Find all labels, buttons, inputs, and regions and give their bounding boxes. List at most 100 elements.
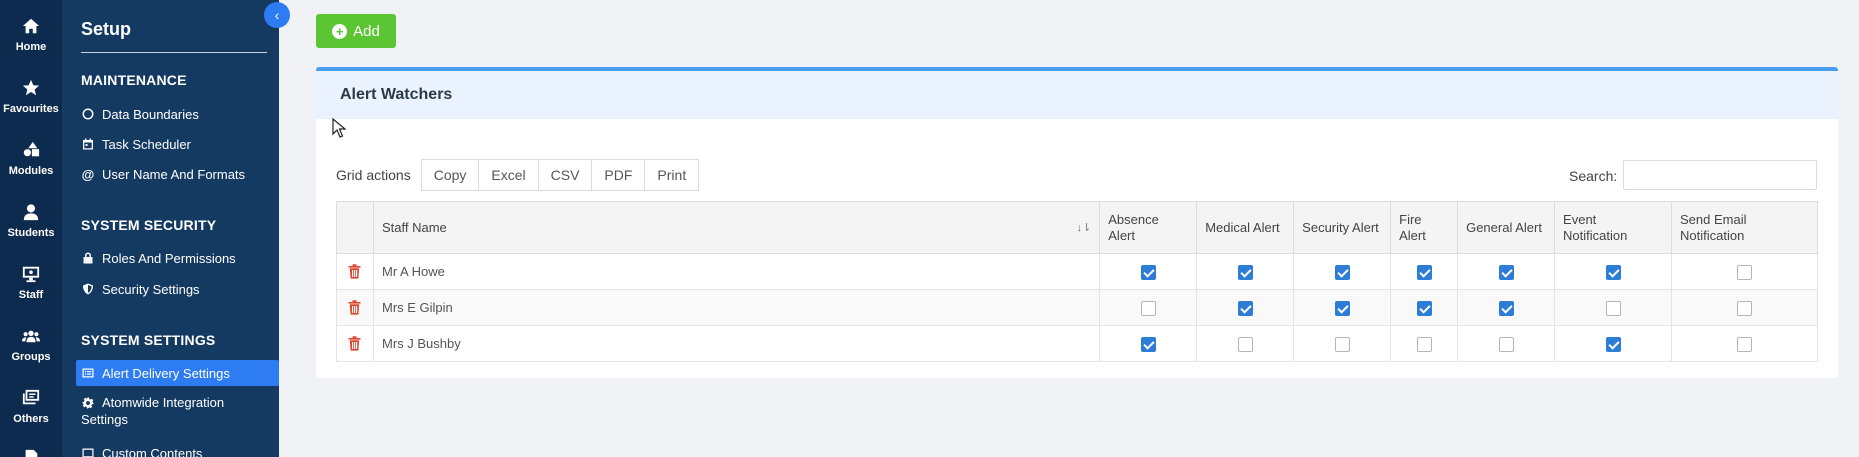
rail-item-modules[interactable]: Modules	[0, 141, 62, 177]
grid-actions-label: Grid actions	[336, 167, 411, 183]
alert-cell	[1390, 253, 1459, 290]
header-fire-alert[interactable]: Fire Alert	[1390, 201, 1459, 254]
sidebar-collapse-button[interactable]: ‹	[264, 2, 290, 28]
header-event-notification[interactable]: Event Notification	[1554, 201, 1672, 254]
rail-item-staff[interactable]: Staff	[0, 265, 62, 301]
alert-checkbox[interactable]	[1498, 264, 1514, 280]
alert-checkbox[interactable]	[1140, 336, 1156, 352]
sidebar-item-security-settings[interactable]: Security Settings	[81, 276, 273, 302]
pdf-button[interactable]: PDF	[591, 159, 645, 191]
alert-checkbox[interactable]	[1334, 264, 1350, 280]
alert-checkbox[interactable]	[1237, 300, 1253, 316]
delete-cell	[336, 289, 374, 326]
alert-cell	[1099, 253, 1198, 290]
alert-checkbox[interactable]	[1140, 300, 1156, 316]
sidebar-item-roles-and-permissions[interactable]: Roles And Permissions	[81, 245, 273, 271]
search-input[interactable]	[1623, 160, 1817, 190]
alert-cell	[1671, 253, 1818, 290]
copy-button[interactable]: Copy	[420, 159, 479, 191]
alert-checkbox[interactable]	[1334, 300, 1350, 316]
sidebar-item-custom-contents[interactable]: Custom Contents	[81, 440, 273, 457]
header-general-alert[interactable]: General Alert	[1457, 201, 1556, 254]
rail-item-label: Groups	[11, 351, 51, 363]
alert-cell	[1390, 325, 1459, 362]
sidebar-item-label: Security Settings	[102, 281, 200, 297]
trash-icon[interactable]	[345, 264, 365, 279]
sidebar-item-task-scheduler[interactable]: Task Scheduler	[81, 131, 273, 157]
header-staff-name[interactable]: Staff Name ↓⇂	[372, 201, 1101, 254]
alert-checkbox[interactable]	[1237, 264, 1253, 280]
alert-cell	[1099, 289, 1198, 326]
alert-checkbox[interactable]	[1237, 336, 1253, 352]
alert-checkbox[interactable]	[1416, 336, 1432, 352]
rail-item-students[interactable]: Students	[0, 203, 62, 239]
print-button[interactable]: Print	[644, 159, 700, 191]
alert-cell	[1671, 289, 1818, 326]
delete-cell	[336, 253, 374, 290]
sidebar-item-atomwide-integration-settings[interactable]: Atomwide Integration Settings	[81, 394, 273, 434]
staff-name-cell: Mr A Howe	[372, 253, 1101, 290]
alert-checkbox[interactable]	[1737, 300, 1752, 316]
section-heading-system-security: SYSTEM SECURITY	[81, 217, 217, 233]
at-sign-icon: @	[81, 166, 95, 182]
header-medical-alert[interactable]: Medical Alert	[1196, 201, 1295, 254]
star-icon	[22, 79, 40, 96]
rail-item-more[interactable]	[0, 449, 62, 457]
header-send-email-notification[interactable]: Send Email Notification	[1671, 201, 1818, 254]
alert-cell	[1196, 325, 1295, 362]
rail-item-home[interactable]: Home	[0, 17, 62, 53]
sidebar-item-user-name-and-formats[interactable]: @ User Name And Formats	[81, 161, 273, 187]
sidebar-item-label: Roles And Permissions	[102, 250, 236, 266]
document-icon	[25, 449, 38, 457]
rail-item-favourites[interactable]: Favourites	[0, 79, 62, 115]
panel-title: Alert Watchers	[316, 71, 1838, 119]
mouse-cursor-icon	[332, 118, 346, 138]
alert-checkbox[interactable]	[1140, 264, 1156, 280]
rail-item-others[interactable]: Others	[0, 389, 62, 425]
rail-item-groups[interactable]: Groups	[0, 327, 62, 363]
alert-checkbox[interactable]	[1605, 300, 1621, 316]
others-icon	[22, 389, 40, 405]
alert-checkbox[interactable]	[1498, 300, 1514, 316]
alert-checkbox[interactable]	[1737, 264, 1752, 280]
table-header-row: Staff Name ↓⇂ Absence Alert Medical Alert…	[336, 201, 1818, 254]
sort-ascending-icon[interactable]: ↓⇂	[1077, 220, 1092, 236]
csv-button[interactable]: CSV	[537, 159, 592, 191]
alert-cell	[1293, 325, 1392, 362]
staff-name-cell: Mrs J Bushby	[372, 325, 1101, 362]
header-security-alert[interactable]: Security Alert	[1293, 201, 1392, 254]
header-absence-alert[interactable]: Absence Alert	[1099, 201, 1198, 254]
sidebar-item-label: User Name And Formats	[102, 166, 246, 182]
alert-cell	[1196, 253, 1295, 290]
add-button[interactable]: + Add	[316, 14, 396, 48]
alert-checkbox[interactable]	[1416, 300, 1432, 316]
sidebar-item-label: Data Boundaries	[102, 106, 199, 122]
trash-icon[interactable]	[345, 336, 365, 351]
rail-item-label: Home	[15, 41, 47, 53]
alert-checkbox[interactable]	[1605, 336, 1621, 352]
alert-checkbox[interactable]	[1605, 264, 1621, 280]
alert-cell	[1554, 325, 1672, 362]
student-icon	[23, 204, 39, 221]
excel-button[interactable]: Excel	[478, 159, 538, 191]
alert-checkbox[interactable]	[1334, 336, 1350, 352]
alert-checkbox[interactable]	[1416, 264, 1432, 280]
alert-cell	[1293, 289, 1392, 326]
rail-item-label: Modules	[8, 165, 54, 177]
home-icon	[22, 18, 40, 34]
icon-rail: Home Favourites Modules Students Staff G…	[0, 0, 62, 457]
table-row: Mr A Howe	[336, 253, 1818, 290]
alert-checkbox[interactable]	[1498, 336, 1514, 352]
alert-checkbox[interactable]	[1737, 336, 1752, 352]
sidebar-item-alert-delivery-settings[interactable]: Alert Delivery Settings	[76, 360, 279, 386]
chevron-left-icon: ‹	[274, 7, 280, 23]
shield-icon	[81, 282, 95, 296]
rail-item-label: Students	[7, 227, 55, 239]
sidebar-divider	[81, 52, 267, 53]
calendar-icon	[81, 137, 95, 151]
list-icon	[81, 446, 95, 457]
alert-cell	[1196, 289, 1295, 326]
trash-icon[interactable]	[345, 300, 365, 315]
sidebar-item-data-boundaries[interactable]: Data Boundaries	[81, 101, 273, 127]
lock-icon	[81, 251, 95, 265]
